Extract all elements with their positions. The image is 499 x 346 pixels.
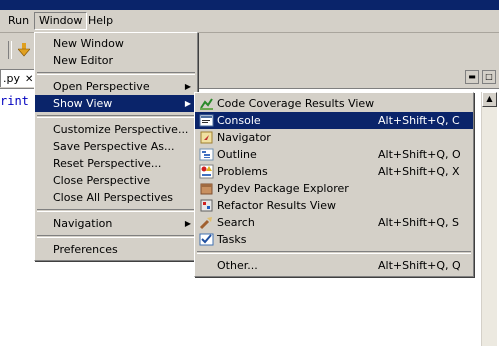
- scroll-up-icon[interactable]: ▲: [482, 92, 497, 107]
- navigator-icon: [200, 131, 213, 144]
- menu-separator: [37, 235, 195, 238]
- menu-run[interactable]: Run: [4, 13, 33, 29]
- menu-item-refactor-results-view[interactable]: Refactor Results View: [195, 197, 473, 214]
- download-icon[interactable]: [18, 43, 30, 57]
- submenu-arrow-icon: ▶: [184, 82, 191, 91]
- minimize-icon[interactable]: ▬: [465, 70, 479, 84]
- show-view-menu: Code Coverage Results View Console Alt+S…: [194, 92, 474, 277]
- menu-item-close-all-perspectives[interactable]: Close All Perspectives: [35, 189, 197, 206]
- menu-item-pydev-package-explorer[interactable]: Pydev Package Explorer: [195, 180, 473, 197]
- package-explorer-icon: [200, 183, 213, 195]
- menu-item-customize-perspective[interactable]: Customize Perspective...: [35, 121, 197, 138]
- menu-bar: Run Window Help: [0, 10, 499, 33]
- window-menu: New Window New Editor Open Perspective ▶ …: [34, 32, 198, 261]
- menu-item-new-editor[interactable]: New Editor: [35, 52, 197, 69]
- code-coverage-icon: [200, 98, 213, 110]
- refactor-icon: [200, 199, 213, 212]
- menu-item-problems[interactable]: Problems Alt+Shift+Q, X: [195, 163, 473, 180]
- menu-item-new-window[interactable]: New Window: [35, 35, 197, 52]
- menu-item-code-coverage[interactable]: Code Coverage Results View: [195, 95, 473, 112]
- menu-item-reset-perspective[interactable]: Reset Perspective...: [35, 155, 197, 172]
- menu-item-preferences[interactable]: Preferences: [35, 241, 197, 258]
- menu-item-open-perspective[interactable]: Open Perspective ▶: [35, 78, 197, 95]
- menu-item-navigator[interactable]: Navigator: [195, 129, 473, 146]
- view-controls: ▬ □: [462, 69, 496, 84]
- submenu-arrow-icon: ▶: [184, 219, 191, 228]
- menu-item-search[interactable]: Search Alt+Shift+Q, S: [195, 214, 473, 231]
- code-line: rint: [0, 94, 29, 108]
- submenu-arrow-icon: ▶: [184, 99, 191, 108]
- menu-help[interactable]: Help: [84, 13, 117, 29]
- window-title-bar: [0, 0, 499, 10]
- menu-item-show-view[interactable]: Show View ▶: [35, 95, 197, 112]
- search-icon: [199, 217, 212, 230]
- close-icon[interactable]: ✕: [25, 74, 33, 85]
- menu-item-outline[interactable]: Outline Alt+Shift+Q, O: [195, 146, 473, 163]
- toolbar-grip[interactable]: [8, 41, 12, 59]
- menu-item-console[interactable]: Console Alt+Shift+Q, C: [195, 112, 473, 129]
- editor-tab[interactable]: .py ✕: [0, 69, 39, 87]
- outline-icon: [199, 148, 214, 161]
- problems-icon: [199, 164, 214, 179]
- menu-item-navigation[interactable]: Navigation ▶: [35, 215, 197, 232]
- tasks-icon: [199, 233, 214, 246]
- menu-separator: [37, 209, 195, 212]
- menu-item-save-perspective-as[interactable]: Save Perspective As...: [35, 138, 197, 155]
- menu-item-tasks[interactable]: Tasks: [195, 231, 473, 248]
- menu-window[interactable]: Window: [34, 12, 88, 30]
- console-icon: [199, 114, 214, 127]
- menu-separator: [37, 115, 195, 118]
- menu-item-close-perspective[interactable]: Close Perspective: [35, 172, 197, 189]
- editor-tab-label: .py: [3, 72, 20, 85]
- menu-separator: [197, 251, 471, 254]
- menu-item-other[interactable]: Other... Alt+Shift+Q, Q: [195, 257, 473, 274]
- maximize-icon[interactable]: □: [482, 70, 496, 84]
- vertical-scrollbar[interactable]: ▲: [481, 92, 497, 346]
- menu-separator: [37, 72, 195, 75]
